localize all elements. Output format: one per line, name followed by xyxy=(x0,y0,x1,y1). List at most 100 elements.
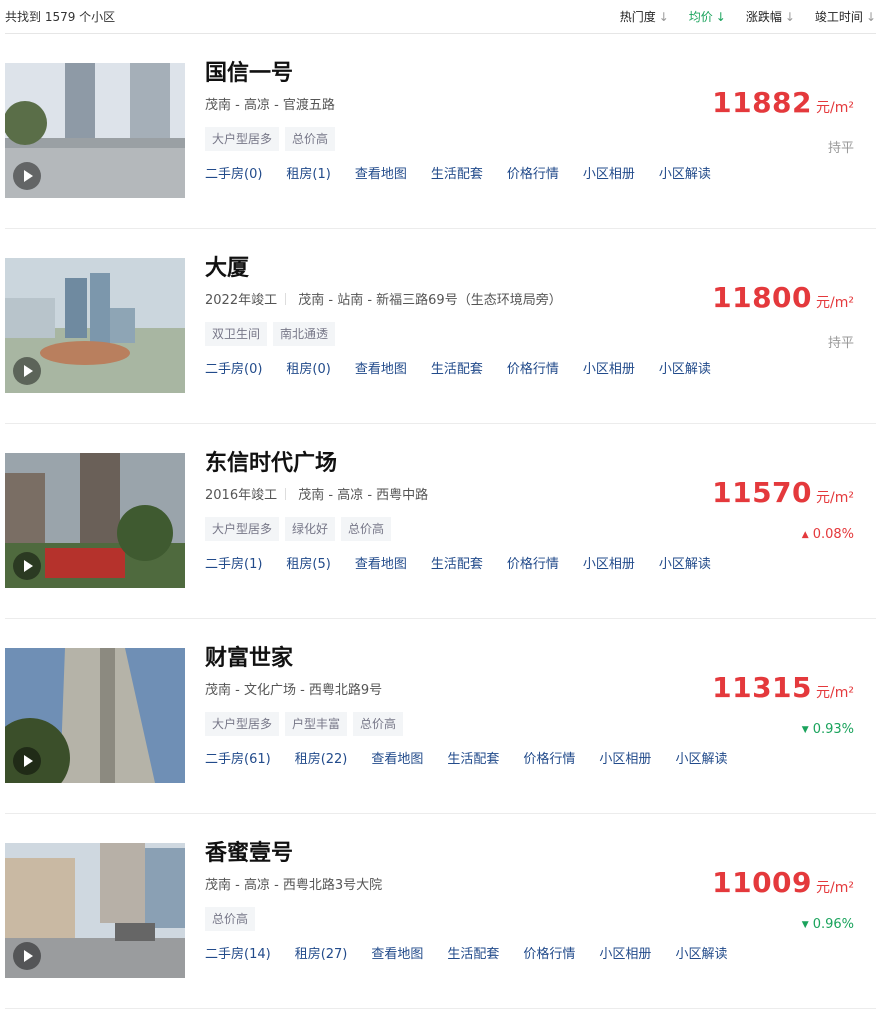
community-item: 东信时代广场 2016年竣工 茂南 - 高凉 - 西粤中路 大户型居多 绿化好 总价… xyxy=(5,424,876,619)
sort-popularity[interactable]: 热门度 ↓ xyxy=(620,8,669,25)
avg-price: 11315 元/m² xyxy=(712,671,854,704)
price-change: 持平 xyxy=(828,137,854,156)
feature-tag: 户型丰富 xyxy=(285,712,348,736)
community-info: 香蜜壹号 茂南 - 高凉 - 西粤北路3号大院 总价高 二手房(14) 租房(27… xyxy=(205,839,876,962)
link-second-hand[interactable]: 二手房(0) xyxy=(205,163,262,182)
feature-tag: 绿化好 xyxy=(285,517,336,541)
link-map[interactable]: 查看地图 xyxy=(371,748,423,767)
feature-tag: 大户型居多 xyxy=(205,127,280,151)
play-video-icon[interactable] xyxy=(13,552,41,580)
link-second-hand[interactable]: 二手房(14) xyxy=(205,943,271,962)
price-unit: 元/m² xyxy=(816,880,854,896)
tag-list: 总价高 xyxy=(205,907,876,931)
link-rental[interactable]: 租房(0) xyxy=(286,358,330,377)
triangle-up-icon: ▲ xyxy=(801,530,809,540)
link-amenities[interactable]: 生活配套 xyxy=(431,163,483,182)
link-map[interactable]: 查看地图 xyxy=(355,358,407,377)
community-photo[interactable] xyxy=(5,63,185,198)
community-name[interactable]: 财富世家 xyxy=(205,644,876,674)
community-list: 国信一号 茂南 - 高凉 - 官渡五路 大户型居多 总价高 二手房(0) 租房(1)… xyxy=(5,34,876,1009)
link-rental[interactable]: 租房(1) xyxy=(286,163,330,182)
link-second-hand[interactable]: 二手房(1) xyxy=(205,553,262,572)
community-address: 茂南 - 文化广场 - 西粤北路9号 xyxy=(205,683,383,698)
community-info: 东信时代广场 2016年竣工 茂南 - 高凉 - 西粤中路 大户型居多 绿化好 总价… xyxy=(205,449,876,572)
link-analysis[interactable]: 小区解读 xyxy=(659,358,711,377)
price-value: 11882 xyxy=(712,86,813,119)
community-name[interactable]: 香蜜壹号 xyxy=(205,839,876,869)
price-change-value: 持平 xyxy=(827,336,854,351)
play-video-icon[interactable] xyxy=(13,357,41,385)
community-name[interactable]: 国信一号 xyxy=(205,59,876,89)
link-analysis[interactable]: 小区解读 xyxy=(659,163,711,182)
price-unit: 元/m² xyxy=(816,490,854,506)
link-amenities[interactable]: 生活配套 xyxy=(431,358,483,377)
link-price-trend[interactable]: 价格行情 xyxy=(507,553,559,572)
community-photo[interactable] xyxy=(5,843,185,978)
sort-completion-year[interactable]: 竣工时间 ↓ xyxy=(815,8,876,25)
price-value: 11315 xyxy=(712,671,813,704)
community-photo[interactable] xyxy=(5,453,185,588)
play-video-icon[interactable] xyxy=(13,162,41,190)
link-price-trend[interactable]: 价格行情 xyxy=(523,943,575,962)
feature-tag: 总价高 xyxy=(341,517,392,541)
link-amenities[interactable]: 生活配套 xyxy=(447,748,499,767)
arrow-down-icon: ↓ xyxy=(784,10,795,24)
link-second-hand[interactable]: 二手房(61) xyxy=(205,748,271,767)
community-address: 茂南 - 高凉 - 西粤中路 xyxy=(298,488,429,503)
price-unit: 元/m² xyxy=(816,685,854,701)
community-info: 财富世家 茂南 - 文化广场 - 西粤北路9号 大户型居多 户型丰富 总价高 二手房… xyxy=(205,644,876,767)
link-analysis[interactable]: 小区解读 xyxy=(659,553,711,572)
price-change: ▼ 0.93% xyxy=(802,722,854,737)
sort-change-rate[interactable]: 涨跌幅 ↓ xyxy=(746,8,795,25)
community-info: 国信一号 茂南 - 高凉 - 官渡五路 大户型居多 总价高 二手房(0) 租房(1)… xyxy=(205,59,876,182)
tag-list: 大户型居多 户型丰富 总价高 xyxy=(205,712,876,736)
price-change: 持平 xyxy=(828,332,854,351)
link-album[interactable]: 小区相册 xyxy=(583,163,635,182)
link-map[interactable]: 查看地图 xyxy=(355,163,407,182)
community-name[interactable]: 东信时代广场 xyxy=(205,449,876,479)
link-album[interactable]: 小区相册 xyxy=(599,748,651,767)
community-address: 茂南 - 高凉 - 西粤北路3号大院 xyxy=(205,878,383,893)
triangle-down-icon: ▼ xyxy=(801,725,809,735)
result-count: 共找到 1579 个小区 xyxy=(5,10,116,24)
link-second-hand[interactable]: 二手房(0) xyxy=(205,358,262,377)
play-video-icon[interactable] xyxy=(13,942,41,970)
link-rental[interactable]: 租房(5) xyxy=(286,553,330,572)
completion-year: 2016年竣工 xyxy=(205,488,278,503)
divider xyxy=(285,293,287,305)
link-price-trend[interactable]: 价格行情 xyxy=(523,748,575,767)
play-video-icon[interactable] xyxy=(13,747,41,775)
link-map[interactable]: 查看地图 xyxy=(355,553,407,572)
link-amenities[interactable]: 生活配套 xyxy=(431,553,483,572)
price-unit: 元/m² xyxy=(816,100,854,116)
price-unit: 元/m² xyxy=(816,295,854,311)
link-price-trend[interactable]: 价格行情 xyxy=(507,358,559,377)
link-album[interactable]: 小区相册 xyxy=(583,358,635,377)
action-links: 二手房(0) 租房(0) 查看地图 生活配套 价格行情 小区相册 小区解读 xyxy=(205,358,876,377)
community-photo[interactable] xyxy=(5,648,185,783)
link-map[interactable]: 查看地图 xyxy=(371,943,423,962)
avg-price: 11570 元/m² xyxy=(712,476,854,509)
price-change-value: 持平 xyxy=(827,141,854,156)
action-links: 二手房(61) 租房(22) 查看地图 生活配套 价格行情 小区相册 小区解读 xyxy=(205,748,876,767)
feature-tag: 南北通透 xyxy=(273,322,336,346)
link-rental[interactable]: 租房(22) xyxy=(295,748,348,767)
price-change: ▲ 0.08% xyxy=(802,527,854,542)
feature-tag: 大户型居多 xyxy=(205,712,280,736)
sort-avg-price[interactable]: 均价 ↓ xyxy=(689,8,726,25)
link-analysis[interactable]: 小区解读 xyxy=(675,748,727,767)
link-analysis[interactable]: 小区解读 xyxy=(675,943,727,962)
link-price-trend[interactable]: 价格行情 xyxy=(507,163,559,182)
triangle-down-icon: ▼ xyxy=(801,920,809,930)
link-album[interactable]: 小区相册 xyxy=(583,553,635,572)
feature-tag: 总价高 xyxy=(285,127,336,151)
community-photo[interactable] xyxy=(5,258,185,393)
price-value: 11009 xyxy=(712,866,813,899)
link-album[interactable]: 小区相册 xyxy=(599,943,651,962)
arrow-down-icon: ↓ xyxy=(658,10,669,24)
feature-tag: 大户型居多 xyxy=(205,517,280,541)
link-rental[interactable]: 租房(27) xyxy=(295,943,348,962)
community-name[interactable]: 大厦 xyxy=(205,254,876,284)
link-amenities[interactable]: 生活配套 xyxy=(447,943,499,962)
price-value: 11570 xyxy=(712,476,813,509)
